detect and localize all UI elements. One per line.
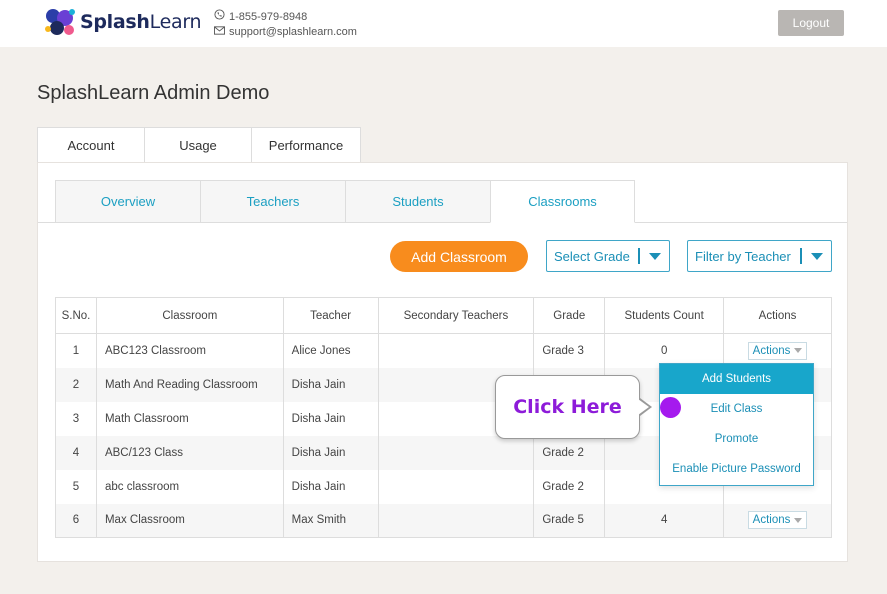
cell-sno: 4 xyxy=(55,435,97,470)
callout-text: Click Here xyxy=(513,396,622,418)
cell-sno: 3 xyxy=(55,401,97,436)
col-classroom: Classroom xyxy=(95,297,284,334)
menu-item-edit-class[interactable]: Edit Class xyxy=(660,394,813,424)
chevron-down-icon xyxy=(811,252,823,260)
col-secondary-teachers: Secondary Teachers xyxy=(377,297,535,334)
contact-info: 1-855-979-8948 support@splashlearn.com xyxy=(214,9,357,40)
top-header: SplashLearn 1-855-979-8948 support@splas… xyxy=(0,0,887,47)
content-panel: Overview Teachers Students Classrooms Ad… xyxy=(37,162,848,562)
tab-teachers[interactable]: Teachers xyxy=(200,180,345,223)
cell-sno: 6 xyxy=(55,503,97,538)
cell-sno: 2 xyxy=(55,367,97,402)
cell-teacher: Disha Jain xyxy=(282,435,379,470)
main-tabs: Account Usage Performance xyxy=(37,127,361,163)
chevron-down-icon xyxy=(794,517,803,523)
mail-icon xyxy=(214,25,225,40)
cell-sno: 1 xyxy=(55,333,97,368)
tab-classrooms[interactable]: Classrooms xyxy=(490,180,635,223)
cell-actions: Actions xyxy=(723,503,832,538)
cell-classroom: ABC123 Classroom xyxy=(95,333,284,368)
logout-button[interactable]: Logout xyxy=(778,10,844,36)
cell-classroom: Math And Reading Classroom xyxy=(95,367,284,402)
menu-item-promote[interactable]: Promote xyxy=(660,424,813,454)
cell-grade: Grade 2 xyxy=(533,435,606,470)
cell-secondary xyxy=(377,469,535,504)
menu-item-add-students[interactable]: Add Students xyxy=(660,364,813,394)
click-here-callout: Click Here xyxy=(495,375,640,439)
sub-tabs: Overview Teachers Students Classrooms xyxy=(55,180,635,223)
logo-icon xyxy=(43,7,77,37)
cell-teacher: Disha Jain xyxy=(282,367,379,402)
col-sno: S.No. xyxy=(55,297,97,334)
cell-teacher: Max Smith xyxy=(282,503,379,538)
cell-classroom: abc classroom xyxy=(95,469,284,504)
cell-teacher: Disha Jain xyxy=(282,401,379,436)
tab-account[interactable]: Account xyxy=(37,127,144,163)
phone-number: 1-855-979-8948 xyxy=(229,10,308,23)
brand-name: SplashLearn xyxy=(80,11,202,33)
cell-grade: Grade 3 xyxy=(533,333,606,368)
actions-dropdown[interactable]: Actions xyxy=(747,511,808,530)
dropdown-separator xyxy=(638,248,640,264)
splashlearn-logo[interactable]: SplashLearn xyxy=(43,7,202,37)
chevron-down-icon xyxy=(649,252,661,260)
select-grade-label: Select Grade xyxy=(554,248,630,264)
select-grade-dropdown[interactable]: Select Grade xyxy=(546,240,670,272)
cell-classroom: Math Classroom xyxy=(95,401,284,436)
cell-teacher: Disha Jain xyxy=(282,469,379,504)
cell-count: 4 xyxy=(604,503,725,538)
tab-students[interactable]: Students xyxy=(345,180,490,223)
cell-grade: Grade 5 xyxy=(533,503,606,538)
col-grade: Grade xyxy=(533,297,606,334)
cell-grade: Grade 2 xyxy=(533,469,606,504)
dropdown-separator xyxy=(800,248,802,264)
filter-teacher-label: Filter by Teacher xyxy=(695,248,791,264)
cell-teacher: Alice Jones xyxy=(282,333,379,368)
click-indicator-dot xyxy=(660,397,681,418)
actions-label: Actions xyxy=(752,344,791,357)
table-header-row: S.No. Classroom Teacher Secondary Teache… xyxy=(55,297,832,334)
col-actions: Actions xyxy=(723,297,832,334)
phone-icon xyxy=(214,9,225,25)
menu-item-enable-picture-password[interactable]: Enable Picture Password xyxy=(660,454,813,484)
tab-performance[interactable]: Performance xyxy=(251,127,361,163)
actions-menu: Add Students Edit Class Promote Enable P… xyxy=(659,363,814,486)
table-row: 6 Max Classroom Max Smith Grade 5 4 Acti… xyxy=(55,503,832,538)
cell-secondary xyxy=(377,333,535,368)
col-teacher: Teacher xyxy=(282,297,379,334)
add-classroom-button[interactable]: Add Classroom xyxy=(390,241,528,272)
actions-label: Actions xyxy=(752,514,791,527)
callout-pointer-inner xyxy=(638,399,649,415)
tab-overview[interactable]: Overview xyxy=(55,180,200,223)
actions-dropdown[interactable]: Actions xyxy=(747,341,808,360)
cell-classroom: ABC/123 Class xyxy=(95,435,284,470)
tab-usage[interactable]: Usage xyxy=(144,127,251,163)
cell-secondary xyxy=(377,435,535,470)
page-title: SplashLearn Admin Demo xyxy=(37,82,270,104)
cell-sno: 5 xyxy=(55,469,97,504)
col-students-count: Students Count xyxy=(604,297,725,334)
filter-teacher-dropdown[interactable]: Filter by Teacher xyxy=(687,240,832,272)
cell-secondary xyxy=(377,503,535,538)
chevron-down-icon xyxy=(794,348,803,354)
cell-classroom: Max Classroom xyxy=(95,503,284,538)
support-email[interactable]: support@splashlearn.com xyxy=(229,25,357,40)
